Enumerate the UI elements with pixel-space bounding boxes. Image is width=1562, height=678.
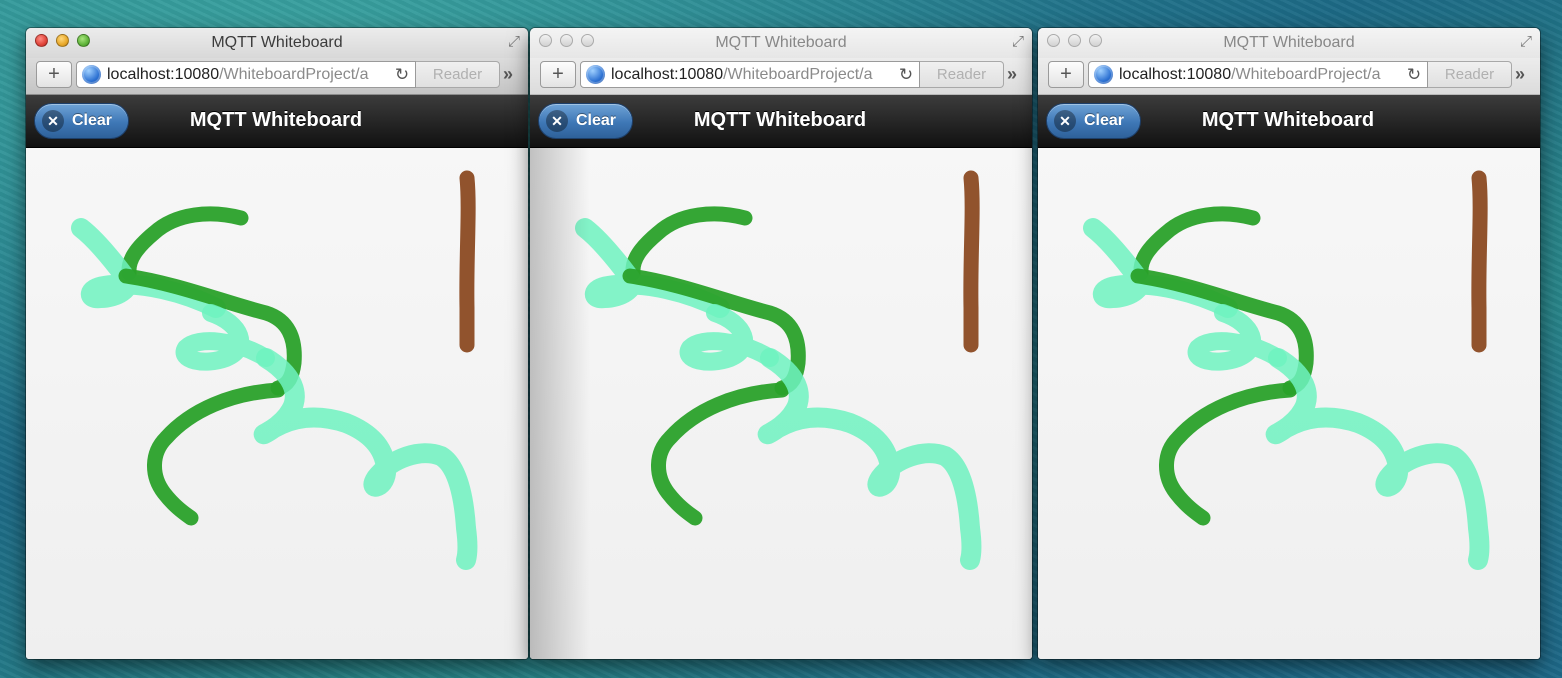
url-path: /WhiteboardProject/a <box>219 65 369 83</box>
title-bar[interactable]: MQTT Whiteboard ⤢ <box>530 28 1032 58</box>
clear-label: Clear <box>576 112 617 129</box>
whiteboard-canvas[interactable] <box>1038 148 1540 659</box>
new-tab-button[interactable]: + <box>1048 61 1084 88</box>
window-title: MQTT Whiteboard <box>715 34 847 51</box>
address-bar[interactable]: localhost:10080 /WhiteboardProject/a ↻ <box>1088 61 1428 88</box>
stroke-green-top <box>625 206 753 281</box>
app-title: MQTT Whiteboard <box>1201 109 1375 131</box>
whiteboard-canvas[interactable] <box>26 148 528 659</box>
title-bar[interactable]: MQTT Whiteboard ⤢ <box>1038 28 1540 58</box>
drawing-surface[interactable] <box>530 148 1032 659</box>
stroke-green-top <box>121 206 249 281</box>
app-title: MQTT Whiteboard <box>693 109 867 131</box>
browser-window: MQTT Whiteboard ⤢ + localhost:10080 /Whi… <box>1038 28 1540 659</box>
browser-toolbar: + localhost:10080 /WhiteboardProject/a ↻… <box>26 58 528 95</box>
plus-icon: + <box>552 63 564 85</box>
chevron-double-right-icon[interactable]: » <box>1007 64 1017 85</box>
browser-window: MQTT Whiteboard ⤢ + localhost:10080 /Whi… <box>530 28 1032 659</box>
browser-toolbar: + localhost:10080 /WhiteboardProject/a ↻… <box>1038 58 1540 95</box>
clear-button[interactable]: ✕ Clear <box>538 103 633 139</box>
fullscreen-icon[interactable]: ⤢ <box>508 33 520 50</box>
globe-icon <box>586 65 605 84</box>
url-host: localhost:10080 <box>611 65 724 83</box>
x-circle-icon: ✕ <box>546 110 568 132</box>
chevron-double-right-icon[interactable]: » <box>1515 64 1525 85</box>
stroke-mint-loop <box>175 304 275 371</box>
browser-window: MQTT Whiteboard ⤢ + localhost:10080 /Whi… <box>26 28 528 659</box>
clear-button[interactable]: ✕ Clear <box>34 103 129 139</box>
stroke-green-lower <box>1159 382 1298 526</box>
reader-button[interactable]: Reader <box>416 61 500 88</box>
app-header: ✕ Clear MQTT Whiteboard <box>1038 95 1540 148</box>
whiteboard-canvas[interactable] <box>530 148 1032 659</box>
stroke-green-top <box>1133 206 1261 281</box>
clear-label: Clear <box>1084 112 1125 129</box>
clear-button[interactable]: ✕ Clear <box>1046 103 1141 139</box>
clear-label: Clear <box>72 112 113 129</box>
drawing-surface[interactable] <box>1038 148 1540 659</box>
chevron-double-right-icon[interactable]: » <box>503 64 513 85</box>
fullscreen-icon[interactable]: ⤢ <box>1012 33 1024 50</box>
app-title: MQTT Whiteboard <box>189 109 363 131</box>
stroke-mint-lower <box>1265 348 1490 570</box>
x-circle-icon: ✕ <box>1054 110 1076 132</box>
address-bar[interactable]: localhost:10080 /WhiteboardProject/a ↻ <box>76 61 416 88</box>
app-header: ✕ Clear MQTT Whiteboard <box>26 95 528 148</box>
globe-icon <box>1094 65 1113 84</box>
window-title: MQTT Whiteboard <box>1223 34 1355 51</box>
stroke-mint-lower <box>253 348 478 570</box>
address-bar[interactable]: localhost:10080 /WhiteboardProject/a ↻ <box>580 61 920 88</box>
url-path: /WhiteboardProject/a <box>1231 65 1381 83</box>
browser-toolbar: + localhost:10080 /WhiteboardProject/a ↻… <box>530 58 1032 95</box>
stroke-mint-lower <box>757 348 982 570</box>
drawing-surface[interactable] <box>26 148 528 659</box>
stroke-mint-loop <box>1187 304 1287 371</box>
reload-icon[interactable]: ↻ <box>389 65 415 85</box>
new-tab-button[interactable]: + <box>540 61 576 88</box>
reload-icon[interactable]: ↻ <box>1401 65 1427 85</box>
stroke-green-lower <box>147 382 286 526</box>
app-header: ✕ Clear MQTT Whiteboard <box>530 95 1032 148</box>
new-tab-button[interactable]: + <box>36 61 72 88</box>
reload-icon[interactable]: ↻ <box>893 65 919 85</box>
globe-icon <box>82 65 101 84</box>
url-path: /WhiteboardProject/a <box>723 65 873 83</box>
title-bar[interactable]: MQTT Whiteboard ⤢ <box>26 28 528 58</box>
url-host: localhost:10080 <box>107 65 220 83</box>
stroke-brown-vertical <box>963 170 980 353</box>
x-circle-icon: ✕ <box>42 110 64 132</box>
url-host: localhost:10080 <box>1119 65 1232 83</box>
reader-button[interactable]: Reader <box>1428 61 1512 88</box>
stroke-green-lower <box>651 382 790 526</box>
stroke-brown-vertical <box>1471 170 1488 353</box>
stroke-brown-vertical <box>459 170 476 353</box>
plus-icon: + <box>48 63 60 85</box>
fullscreen-icon[interactable]: ⤢ <box>1520 33 1532 50</box>
window-title: MQTT Whiteboard <box>211 34 343 51</box>
reader-button[interactable]: Reader <box>920 61 1004 88</box>
stroke-mint-loop <box>679 304 779 371</box>
plus-icon: + <box>1060 63 1072 85</box>
